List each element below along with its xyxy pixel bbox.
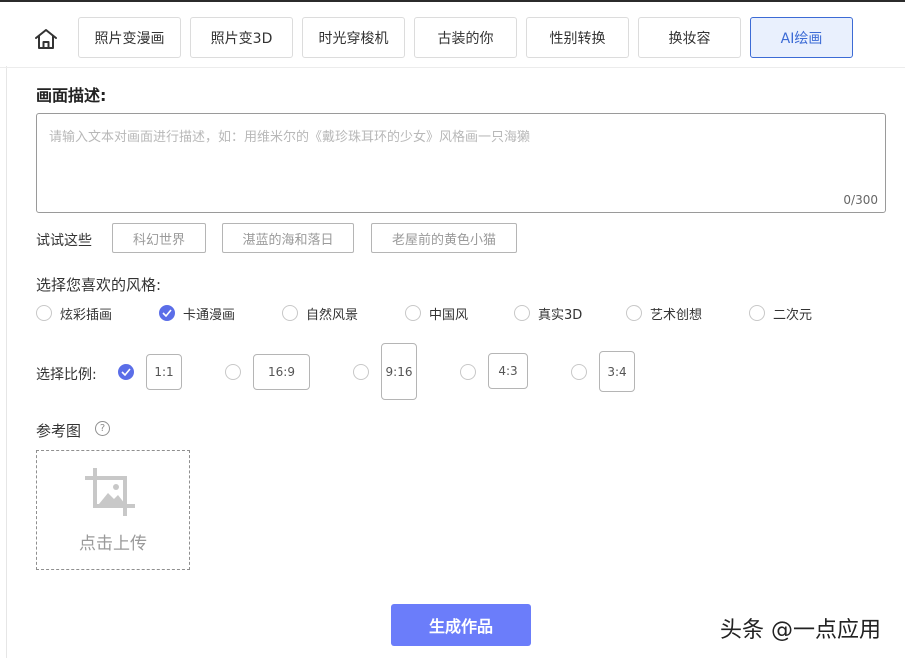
try-chip-sea-sunset[interactable]: 湛蓝的海和落日 (222, 223, 354, 253)
check-icon (121, 368, 131, 376)
home-icon (35, 29, 57, 49)
watermark-text: 头条 @一点应用 (720, 618, 881, 643)
ratio-label: 选择比例: (36, 367, 97, 383)
ratio-option-1-1[interactable]: 1:1 (146, 354, 182, 390)
upload-label: 点击上传 (79, 534, 147, 554)
tab-time-machine[interactable]: 时光穿梭机 (302, 17, 405, 58)
radio-button[interactable] (405, 305, 421, 321)
tab-makeup[interactable]: 换妆容 (638, 17, 741, 58)
ratio-option-4-3[interactable]: 4:3 (488, 353, 528, 389)
upload-area[interactable]: 点击上传 (36, 450, 190, 570)
style-option-anime[interactable]: 二次元 (749, 304, 813, 323)
radio-button[interactable] (749, 305, 765, 321)
page: 照片变漫画 照片变3D 时光穿梭机 古装的你 性别转换 换妆容 AI绘画 画面描… (0, 0, 905, 658)
help-circle-icon[interactable]: ? (95, 421, 110, 436)
tab-photo-to-comic[interactable]: 照片变漫画 (78, 17, 181, 58)
reference-title: 参考图 (36, 422, 82, 440)
style-option-label: 卡通漫画 (183, 307, 236, 323)
try-chip-scifi[interactable]: 科幻世界 (112, 223, 206, 253)
ratio-option-3-4[interactable]: 3:4 (599, 351, 635, 392)
description-title: 画面描述: (36, 86, 107, 105)
try-these-label: 试试这些 (36, 233, 92, 249)
tab-gender-swap[interactable]: 性别转换 (526, 17, 629, 58)
tab-photo-to-3d[interactable]: 照片变3D (190, 17, 293, 58)
style-option-nature[interactable]: 自然风景 (282, 304, 359, 323)
check-icon (162, 309, 172, 317)
style-option-label: 真实3D (538, 307, 583, 323)
radio-button[interactable] (282, 305, 298, 321)
char-counter: 0/300 (843, 193, 878, 207)
style-option-colorful-illustration[interactable]: 炫彩插画 (36, 304, 113, 323)
try-chip-yellow-cat[interactable]: 老屋前的黄色小猫 (371, 223, 517, 253)
radio-button-checked[interactable] (159, 305, 175, 321)
description-input[interactable] (37, 114, 885, 212)
tab-ancient-costume[interactable]: 古装的你 (414, 17, 517, 58)
ratio-radio-16-9[interactable] (225, 364, 241, 380)
style-option-cartoon[interactable]: 卡通漫画 (159, 304, 236, 323)
ratio-radio-4-3[interactable] (460, 364, 476, 380)
style-option-realistic-3d[interactable]: 真实3D (514, 304, 583, 323)
ratio-option-9-16[interactable]: 9:16 (381, 343, 417, 400)
style-option-label: 艺术创想 (650, 307, 703, 323)
radio-button[interactable] (36, 305, 52, 321)
ratio-radio-9-16[interactable] (353, 364, 369, 380)
ratio-radio-1-1[interactable] (118, 364, 134, 380)
ratio-option-16-9[interactable]: 16:9 (253, 354, 310, 390)
description-box: 0/300 (36, 113, 886, 213)
style-option-art-fantasy[interactable]: 艺术创想 (626, 304, 703, 323)
style-option-chinese[interactable]: 中国风 (405, 304, 469, 323)
style-option-label: 炫彩插画 (60, 307, 113, 323)
style-option-label: 自然风景 (306, 307, 359, 323)
ratio-radio-3-4[interactable] (571, 364, 587, 380)
tabs-bar: 照片变漫画 照片变3D 时光穿梭机 古装的你 性别转换 换妆容 AI绘画 (0, 2, 905, 68)
left-divider (6, 66, 7, 658)
radio-button[interactable] (626, 305, 642, 321)
style-title: 选择您喜欢的风格: (36, 276, 162, 294)
tab-ai-painting[interactable]: AI绘画 (750, 17, 853, 58)
generate-button[interactable]: 生成作品 (391, 604, 531, 646)
style-option-label: 二次元 (773, 307, 813, 323)
radio-button[interactable] (514, 305, 530, 321)
image-upload-icon (85, 468, 135, 516)
home-button[interactable] (33, 27, 59, 51)
style-option-label: 中国风 (429, 307, 469, 323)
